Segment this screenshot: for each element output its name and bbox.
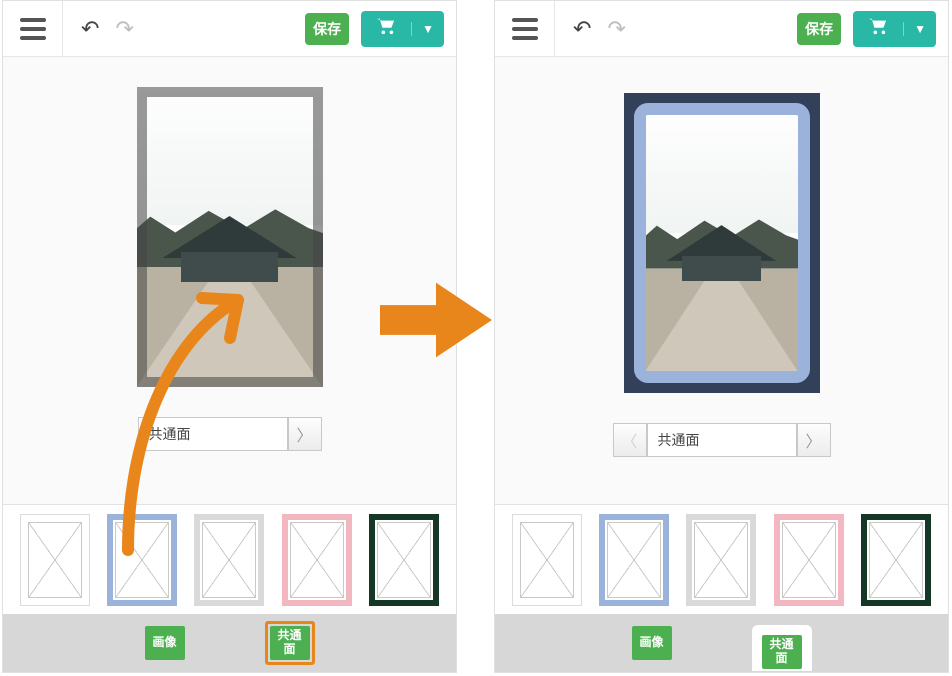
top-toolbar: ↶ ↷ 保存 ▼ [3, 1, 456, 57]
page-selector: 共通面 〉 [138, 417, 322, 451]
hamburger-icon [20, 18, 46, 40]
frame-option-pink[interactable] [774, 514, 844, 606]
frame-overlay-blue [634, 103, 810, 383]
frame-thumbnail-strip [3, 504, 456, 614]
menu-button[interactable] [3, 1, 63, 56]
page-selector: 〈 共通面 〉 [613, 423, 831, 457]
top-toolbar: ↶ ↷ 保存 ▼ [495, 1, 948, 57]
transition-arrow-icon [380, 280, 492, 360]
frame-option-darkgreen[interactable] [369, 514, 439, 606]
cart-button[interactable]: ▼ [361, 11, 444, 47]
tab-common-face-label: 共通 面 [270, 626, 310, 660]
redo-button: ↷ [115, 18, 133, 40]
tab-image[interactable]: 画像 [145, 626, 185, 660]
page-name-field[interactable]: 共通面 [647, 423, 797, 457]
save-button[interactable]: 保存 [305, 13, 349, 45]
bottom-tab-bar: 画像 共通 面 [495, 614, 948, 672]
cart-button[interactable]: ▼ [853, 11, 936, 47]
product-preview[interactable] [137, 87, 323, 387]
tab-image-label: 画像 [145, 626, 185, 660]
bottom-tab-bar: 画像 共通 面 [3, 614, 456, 672]
save-button[interactable]: 保存 [797, 13, 841, 45]
frame-option-pink[interactable] [282, 514, 352, 606]
redo-button: ↷ [607, 18, 625, 40]
frame-option-none[interactable] [20, 514, 90, 606]
tab-image-label: 画像 [632, 626, 672, 660]
cart-icon [853, 17, 903, 41]
tab-common-face-label: 共通 面 [762, 635, 802, 669]
page-next-button[interactable]: 〉 [797, 423, 831, 457]
cart-icon [361, 17, 411, 41]
history-controls: ↶ ↷ [555, 18, 626, 40]
page-prev-button[interactable]: 〈 [613, 423, 647, 457]
undo-button[interactable]: ↶ [81, 18, 99, 40]
cart-dropdown-icon[interactable]: ▼ [903, 22, 936, 36]
frame-option-darkgreen[interactable] [861, 514, 931, 606]
frame-option-none[interactable] [512, 514, 582, 606]
product-preview[interactable] [624, 93, 820, 393]
menu-button[interactable] [495, 1, 555, 56]
canvas-area: 〈 共通面 〉 [495, 57, 948, 504]
tab-common-face[interactable]: 共通 面 [265, 621, 315, 665]
page-next-button[interactable]: 〉 [288, 417, 322, 451]
frame-option-blue[interactable] [107, 514, 177, 606]
history-controls: ↶ ↷ [63, 18, 134, 40]
cart-dropdown-icon[interactable]: ▼ [411, 22, 444, 36]
frame-thumbnail-strip [495, 504, 948, 614]
editor-panel-after: ↶ ↷ 保存 ▼ 〈 共通面 [494, 0, 949, 673]
frame-option-blue[interactable] [599, 514, 669, 606]
undo-button[interactable]: ↶ [573, 18, 591, 40]
hamburger-icon [512, 18, 538, 40]
page-name-field[interactable]: 共通面 [138, 417, 288, 451]
frame-option-grey[interactable] [194, 514, 264, 606]
frame-option-grey[interactable] [686, 514, 756, 606]
tab-image[interactable]: 画像 [632, 626, 672, 660]
tab-common-face[interactable]: 共通 面 [752, 625, 812, 671]
